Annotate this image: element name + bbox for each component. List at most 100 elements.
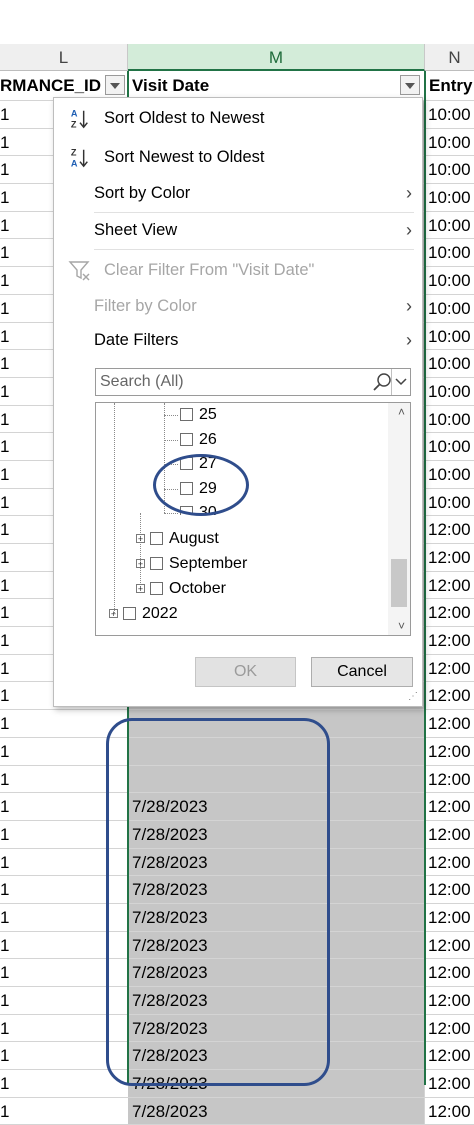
resize-grip-icon[interactable]: ⋰ — [408, 691, 418, 702]
clear-filter[interactable]: Clear Filter From "Visit Date" — [54, 253, 422, 287]
tree-item-25[interactable]: 25 — [180, 403, 217, 427]
cell-entry[interactable]: 12:00 — [425, 627, 474, 654]
cell-visit-date[interactable]: 7/28/2023 — [128, 903, 425, 931]
tree-item-26[interactable]: 26 — [180, 428, 217, 452]
ok-button[interactable]: OK — [195, 657, 296, 687]
column-header-l[interactable]: L — [0, 44, 128, 71]
filter-dropdown-icon[interactable] — [105, 75, 125, 95]
cell-entry[interactable]: 12:00 — [425, 987, 474, 1014]
checkbox[interactable] — [180, 482, 193, 495]
cell-entry[interactable]: 10:00 — [425, 378, 474, 405]
cell-entry[interactable]: 12:00 — [425, 793, 474, 820]
header-cell-entry[interactable]: Entry — [425, 71, 474, 101]
cell-visit-date[interactable]: 7/28/2023 — [128, 793, 425, 820]
cell-visit-date[interactable]: 7/28/2023 — [128, 848, 425, 876]
sheet-view[interactable]: Sheet View › — [54, 213, 422, 247]
cell-entry[interactable]: 10:00 — [425, 461, 474, 488]
cell-entry[interactable]: 12:00 — [425, 544, 474, 571]
checkbox[interactable] — [180, 408, 193, 421]
cell-visit-date[interactable]: 7/28/2023 — [128, 987, 425, 1014]
checkbox[interactable] — [180, 433, 193, 446]
cell-entry[interactable]: 12:00 — [425, 599, 474, 626]
tree-item-october[interactable]: + October — [136, 577, 226, 601]
cell-entry[interactable]: 10:00 — [425, 156, 474, 183]
cell-entry[interactable]: 10:00 — [425, 101, 474, 128]
expand-icon[interactable]: + — [136, 584, 145, 594]
cell-entry[interactable]: 12:00 — [425, 516, 474, 543]
cell-entry[interactable]: 12:00 — [425, 904, 474, 931]
tree-item-30[interactable]: 30 — [180, 501, 217, 515]
cell-performance-id[interactable]: 1 — [0, 1070, 129, 1097]
cell-entry[interactable]: 10:00 — [425, 212, 474, 239]
sort-newest-to-oldest[interactable]: Z A Sort Newest to Oldest — [54, 140, 422, 174]
cell-visit-date[interactable] — [128, 710, 425, 737]
cell-performance-id[interactable]: 1 — [0, 959, 129, 986]
cell-entry[interactable]: 12:00 — [425, 682, 474, 709]
cell-entry[interactable]: 12:00 — [425, 821, 474, 848]
cell-performance-id[interactable]: 1 — [0, 903, 129, 931]
cell-performance-id[interactable]: 1 — [0, 1097, 129, 1125]
cell-performance-id[interactable]: 1 — [0, 931, 129, 959]
date-filters[interactable]: Date Filters › — [54, 323, 422, 357]
cell-entry[interactable]: 12:00 — [425, 1070, 474, 1097]
cell-visit-date[interactable] — [128, 737, 425, 765]
checkbox[interactable] — [150, 532, 163, 545]
cell-entry[interactable]: 10:00 — [425, 323, 474, 350]
scrollbar-thumb[interactable] — [391, 559, 407, 607]
cell-visit-date[interactable]: 7/28/2023 — [128, 820, 425, 848]
column-header-m[interactable]: M — [128, 44, 425, 71]
cell-visit-date[interactable]: 7/28/2023 — [128, 876, 425, 903]
checkbox[interactable] — [123, 607, 136, 620]
cell-entry[interactable]: 10:00 — [425, 406, 474, 433]
cell-performance-id[interactable]: 1 — [0, 848, 129, 876]
cell-visit-date[interactable]: 7/28/2023 — [128, 1097, 425, 1125]
cell-entry[interactable]: 10:00 — [425, 267, 474, 294]
sort-by-color[interactable]: Sort by Color › — [54, 176, 422, 210]
tree-item-august[interactable]: + August — [136, 527, 219, 551]
cell-visit-date[interactable]: 7/28/2023 — [128, 1042, 425, 1070]
search-input[interactable]: Search (All) — [95, 368, 411, 396]
search-dropdown-button[interactable] — [391, 369, 410, 395]
tree-item-2022[interactable]: +2022 — [109, 602, 178, 626]
sort-oldest-to-newest[interactable]: A Z Sort Oldest to Newest — [54, 101, 422, 135]
cell-entry[interactable]: 12:00 — [425, 710, 474, 737]
cell-entry[interactable]: 10:00 — [425, 129, 474, 156]
cell-performance-id[interactable]: 1 — [0, 987, 129, 1014]
cell-entry[interactable]: 10:00 — [425, 350, 474, 377]
cell-performance-id[interactable]: 1 — [0, 793, 129, 820]
search-icon[interactable] — [372, 372, 392, 392]
checkbox[interactable] — [180, 457, 193, 470]
cell-performance-id[interactable]: 1 — [0, 765, 129, 793]
filter-by-color[interactable]: Filter by Color › — [54, 289, 422, 323]
chevron-down-icon[interactable]: ˅ — [398, 619, 405, 633]
cell-entry[interactable]: 12:00 — [425, 766, 474, 793]
cell-entry[interactable]: 10:00 — [425, 184, 474, 211]
cell-visit-date[interactable]: 7/28/2023 — [128, 1014, 425, 1042]
tree-item-27[interactable]: 27 — [180, 452, 217, 476]
cell-visit-date[interactable] — [128, 765, 425, 793]
cell-entry[interactable]: 10:00 — [425, 489, 474, 516]
expand-icon[interactable]: + — [136, 534, 145, 544]
cell-entry[interactable]: 12:00 — [425, 738, 474, 765]
cell-visit-date[interactable]: 7/28/2023 — [128, 1070, 425, 1097]
cell-entry[interactable]: 10:00 — [425, 433, 474, 460]
cell-performance-id[interactable]: 1 — [0, 710, 129, 737]
cell-entry[interactable]: 12:00 — [425, 876, 474, 903]
cancel-button[interactable]: Cancel — [311, 657, 413, 687]
cell-entry[interactable]: 12:00 — [425, 932, 474, 959]
chevron-up-icon[interactable]: ˄ — [398, 405, 405, 419]
cell-performance-id[interactable]: 1 — [0, 820, 129, 848]
filter-dropdown-icon[interactable] — [400, 75, 420, 95]
cell-performance-id[interactable]: 1 — [0, 1042, 129, 1070]
cell-visit-date[interactable]: 7/28/2023 — [128, 931, 425, 959]
cell-entry[interactable]: 10:00 — [425, 239, 474, 266]
cell-performance-id[interactable]: 1 — [0, 737, 129, 765]
tree-item-29[interactable]: 29 — [180, 477, 217, 501]
checkbox[interactable] — [150, 582, 163, 595]
cell-entry[interactable]: 10:00 — [425, 295, 474, 322]
expand-icon[interactable]: + — [136, 559, 145, 569]
expand-icon[interactable]: + — [109, 609, 118, 619]
tree-scrollbar[interactable]: ˄ ˅ — [388, 403, 410, 635]
cell-entry[interactable]: 12:00 — [425, 655, 474, 682]
cell-entry[interactable]: 12:00 — [425, 1098, 474, 1125]
